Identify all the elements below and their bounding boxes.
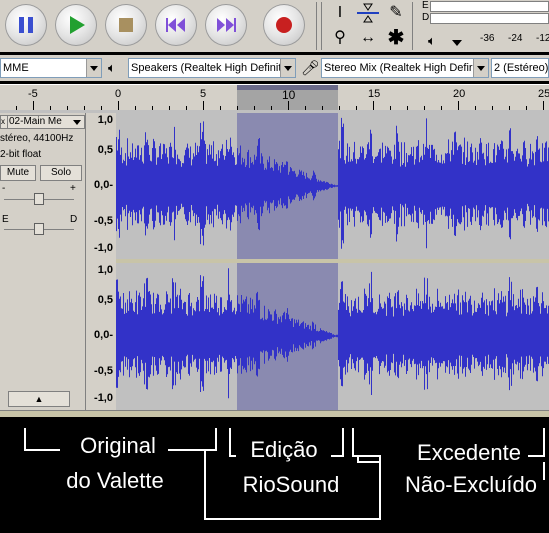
output-device-select[interactable]: Speakers (Realtek High Definit <box>128 58 296 78</box>
microphone-icon: 🎤︎ <box>301 60 321 77</box>
gain-slider-thumb[interactable] <box>34 193 44 205</box>
ruler-label: -5 <box>28 88 38 100</box>
mute-button[interactable]: Mute <box>0 165 36 181</box>
meter-right-bar <box>430 13 549 24</box>
chevron-down-icon <box>473 59 488 77</box>
vertical-amplitude-ruler: 1,0 0,5 0,0- -0,5 -1,0 1,0 0,5 0,0- -0,5 -1,0 <box>86 113 116 410</box>
chevron-down-icon <box>86 59 101 77</box>
caption-edit-line1: Edição <box>250 437 318 462</box>
track-control-panel: x 02-Main Me stéreo, 44100Hz 2-bit float… <box>0 113 86 410</box>
track-format-info: stéreo, 44100Hz <box>0 133 74 144</box>
record-icon <box>276 17 292 33</box>
audio-host-value: MME <box>3 62 29 74</box>
waveform <box>116 113 549 410</box>
caption-edit-line2: RioSound <box>242 472 340 497</box>
track-name-menu[interactable]: 02-Main Me <box>7 115 85 129</box>
pause-icon <box>19 17 33 33</box>
amplitude-label: 1,0 <box>97 264 113 276</box>
track-name: 02-Main Me <box>9 116 62 127</box>
caption-excess-sub: Não-Excluído <box>396 472 546 498</box>
ruler-label: 0 <box>115 88 122 100</box>
amplitude-label: -0,5 <box>94 365 113 377</box>
caption-edit: Edição <box>238 437 330 463</box>
caption-excess-line2: Não-Excluído <box>404 472 538 497</box>
stop-button[interactable] <box>105 4 147 46</box>
stop-icon <box>119 18 133 32</box>
meter-menu-arrow-icon[interactable] <box>452 40 462 46</box>
tools-toolbar: I ✎ ⚲ ↔ ✱ <box>325 0 411 52</box>
collapse-track-button[interactable]: ▲ <box>8 391 70 407</box>
input-channels-select[interactable]: 2 (Estéreo) <box>491 58 549 78</box>
pan-slider-thumb[interactable] <box>34 223 44 235</box>
play-button[interactable] <box>55 4 97 46</box>
meter-scale-tick: -36 <box>480 33 495 44</box>
input-device-select[interactable]: Stereo Mix (Realtek High Defir <box>321 58 489 78</box>
pan-right-label: D <box>70 214 78 225</box>
meter-right-label: D <box>422 12 430 23</box>
ruler-label: 20 <box>453 88 466 100</box>
caption-edit-sub: RioSound <box>230 472 352 498</box>
toolbar-divider <box>321 2 322 50</box>
caption-original-line1: Original <box>80 433 156 458</box>
ruler-label: 10 <box>282 88 296 102</box>
caption-original: Original <box>62 433 174 459</box>
input-device-value: Stereo Mix (Realtek High Defir <box>324 62 473 74</box>
amplitude-label: 0,0- <box>94 179 113 191</box>
pan-left-label: E <box>2 214 9 225</box>
toolbar-divider <box>316 2 317 50</box>
audio-host-select[interactable]: MME <box>0 58 102 78</box>
time-shift-tool-icon[interactable]: ↔ <box>355 27 381 49</box>
meter-scale-tick: -12 <box>536 33 549 44</box>
amplitude-label: 0,5 <box>97 294 113 306</box>
caption-original-line2: do Valette <box>66 468 164 493</box>
skip-start-button[interactable] <box>155 4 197 46</box>
channel-divider <box>116 259 549 263</box>
speaker-icon[interactable]: 🔈︎ <box>428 33 452 49</box>
record-button[interactable] <box>263 4 305 46</box>
amplitude-label: -1,0 <box>94 392 113 404</box>
multi-tool-icon[interactable]: ✱ <box>383 27 409 49</box>
amplitude-label: -1,0 <box>94 242 113 254</box>
skip-start-icon <box>166 18 185 32</box>
pause-button[interactable] <box>5 4 47 46</box>
toolbar-divider <box>412 2 413 50</box>
ruler-label: 25 <box>538 88 549 100</box>
chevron-down-icon <box>280 59 295 77</box>
caption-excess: Excedente <box>410 440 528 466</box>
meter-scale-tick: -24 <box>508 33 523 44</box>
amplitude-label: 1,0 <box>97 114 113 126</box>
caption-original-sub: do Valette <box>58 468 172 494</box>
caption-excess-line1: Excedente <box>417 440 521 465</box>
track-bit-depth: 2-bit float <box>0 149 42 160</box>
amplitude-label: 0,0- <box>94 329 113 341</box>
level-meter: E D 🔈︎ -36 -24 -12 <box>418 0 549 52</box>
output-device-value: Speakers (Realtek High Definit <box>131 62 282 74</box>
meter-left-label: E <box>422 0 429 11</box>
selection-tool-icon[interactable]: I <box>327 2 353 24</box>
ruler-label: 5 <box>200 88 207 100</box>
timeline-ruler[interactable]: -5 0 5 10 15 20 25 <box>0 84 549 111</box>
skip-end-button[interactable] <box>205 4 247 46</box>
device-toolbar: MME 🔈︎ Speakers (Realtek High Definit 🎤︎… <box>0 55 549 81</box>
gain-minus-label: - <box>2 183 6 194</box>
input-channels-value: 2 (Estéreo) <box>494 62 549 74</box>
transport-toolbar: I ✎ ⚲ ↔ ✱ E D 🔈︎ -36 -24 -12 <box>0 0 549 52</box>
play-icon <box>70 16 85 34</box>
amplitude-label: -0,5 <box>94 215 113 227</box>
ruler-label: 15 <box>368 88 381 100</box>
chevron-down-icon <box>73 120 81 125</box>
waveform-display[interactable] <box>116 113 549 410</box>
amplitude-label: 0,5 <box>97 144 113 156</box>
meter-left-bar <box>430 1 549 12</box>
skip-end-icon <box>217 18 236 32</box>
gain-plus-label: + <box>70 183 76 194</box>
draw-tool-icon[interactable]: ✎ <box>383 2 409 24</box>
zoom-tool-icon[interactable]: ⚲ <box>327 27 353 49</box>
solo-button[interactable]: Solo <box>40 165 82 181</box>
speaker-icon: 🔈︎ <box>108 60 116 75</box>
envelope-tool-icon[interactable] <box>355 2 381 24</box>
